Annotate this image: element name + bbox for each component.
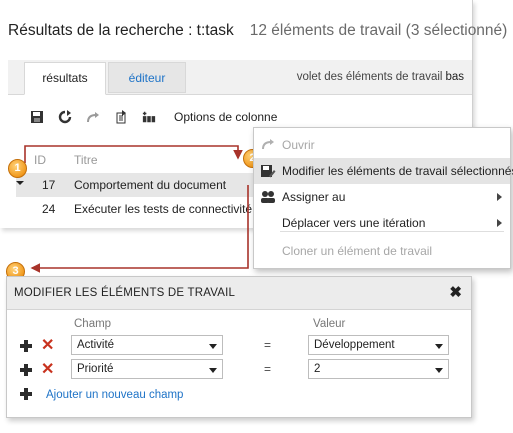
chevron-down-icon [209,368,217,373]
add-new-field-link[interactable]: Ajouter un nouveau champ [46,389,183,401]
field-select-value: Priorité [77,363,114,375]
field-row: ✕ Activité = Développement [7,335,471,359]
column-options-icon[interactable] [142,110,156,124]
column-header-title[interactable]: Titre [74,153,98,167]
menu-item-label: Déplacer vers une itération [282,216,426,230]
table-row[interactable]: 17 Comportement du document [16,173,256,197]
open-icon [260,138,276,152]
chevron-down-icon [435,368,443,373]
row-id: 24 [42,202,56,216]
delete-row-icon[interactable]: ✕ [41,359,54,381]
refresh-icon[interactable] [58,110,72,124]
value-select[interactable]: 2 [308,359,449,379]
field-select[interactable]: Priorité [71,359,223,379]
close-icon[interactable]: ✖ [449,285,462,300]
dialog-title: MODIFIER LES ÉLÉMENTS DE TRAVAIL [14,287,236,299]
menu-item-label: Assigner au [282,190,346,204]
dialog-header: MODIFIER LES ÉLÉMENTS DE TRAVAIL ✖ [7,277,471,310]
menu-item-move-to-iteration[interactable]: Déplacer vers une itération [254,210,510,236]
menu-item-open: Ouvrir [254,132,510,158]
edit-work-items-dialog: MODIFIER LES ÉLÉMENTS DE TRAVAIL ✖ Champ… [6,276,472,418]
people-icon [260,190,276,204]
tab-editor[interactable]: éditeur [108,62,186,93]
result-count: 12 éléments de travail (3 sélectionné) [249,22,508,39]
row-title: Comportement du document [74,178,227,192]
submenu-arrow-icon [497,219,502,227]
field-select-value: Activité [77,339,115,351]
page-title: Résultats de la recherche : t:task 12 élé… [8,22,507,40]
operator-label: = [264,338,272,352]
open-in-queries-icon[interactable] [114,110,128,124]
value-select[interactable]: Développement [308,335,449,355]
menu-item-edit-selected[interactable]: Modifier les éléments de travail sélecti… [254,158,513,184]
value-select-value: 2 [314,363,321,375]
menu-item-assign-to[interactable]: Assigner au [254,184,510,210]
field-select[interactable]: Activité [71,335,223,355]
table-row[interactable]: 24 Exécuter les tests de connectivité [16,197,256,221]
chevron-down-icon [435,344,443,349]
row-context-caret-icon[interactable] [16,181,24,185]
menu-item-label: Ouvrir [282,138,315,152]
menu-divider [280,231,504,232]
callout-badge-1: 1 [8,159,27,178]
save-icon[interactable] [30,110,44,124]
submenu-arrow-icon [497,193,502,201]
toolbar: Options de colonne [30,106,277,128]
context-menu: Ouvrir Modifier les éléments de travail … [253,127,513,269]
pane-label: volet des éléments de travail [296,71,443,83]
work-item-pane-setting[interactable]: volet des éléments de travail bas [297,71,464,83]
pane-value[interactable]: bas [445,71,464,83]
add-row-icon[interactable] [20,364,32,376]
value-select-value: Développement [314,339,395,351]
grid-header: ID Titre [16,149,256,171]
column-header-id[interactable]: ID [34,153,46,167]
save-edit-icon [260,164,276,178]
add-field-icon[interactable] [20,388,32,400]
operator-label: = [264,362,272,376]
column-header-value: Valeur [313,318,346,330]
column-header-field: Champ [74,318,112,330]
row-id: 17 [42,178,56,192]
chevron-down-icon [209,344,217,349]
menu-item-clone: Cloner un élément de travail [254,238,510,264]
menu-item-label: Cloner un élément de travail [282,244,433,258]
redo-icon[interactable] [86,110,100,124]
add-row-icon[interactable] [20,340,32,352]
query-title: Résultats de la recherche : t:task [8,22,234,39]
field-row: ✕ Priorité = 2 [7,359,471,383]
tabs-bar: résultats éditeur volet des éléments de … [8,60,472,95]
delete-row-icon[interactable]: ✕ [41,335,54,357]
row-title: Exécuter les tests de connectivité [74,202,253,216]
menu-item-label: Modifier les éléments de travail sélecti… [282,164,513,178]
column-options-button[interactable]: Options de colonne [174,110,277,124]
tab-results[interactable]: résultats [24,62,106,95]
